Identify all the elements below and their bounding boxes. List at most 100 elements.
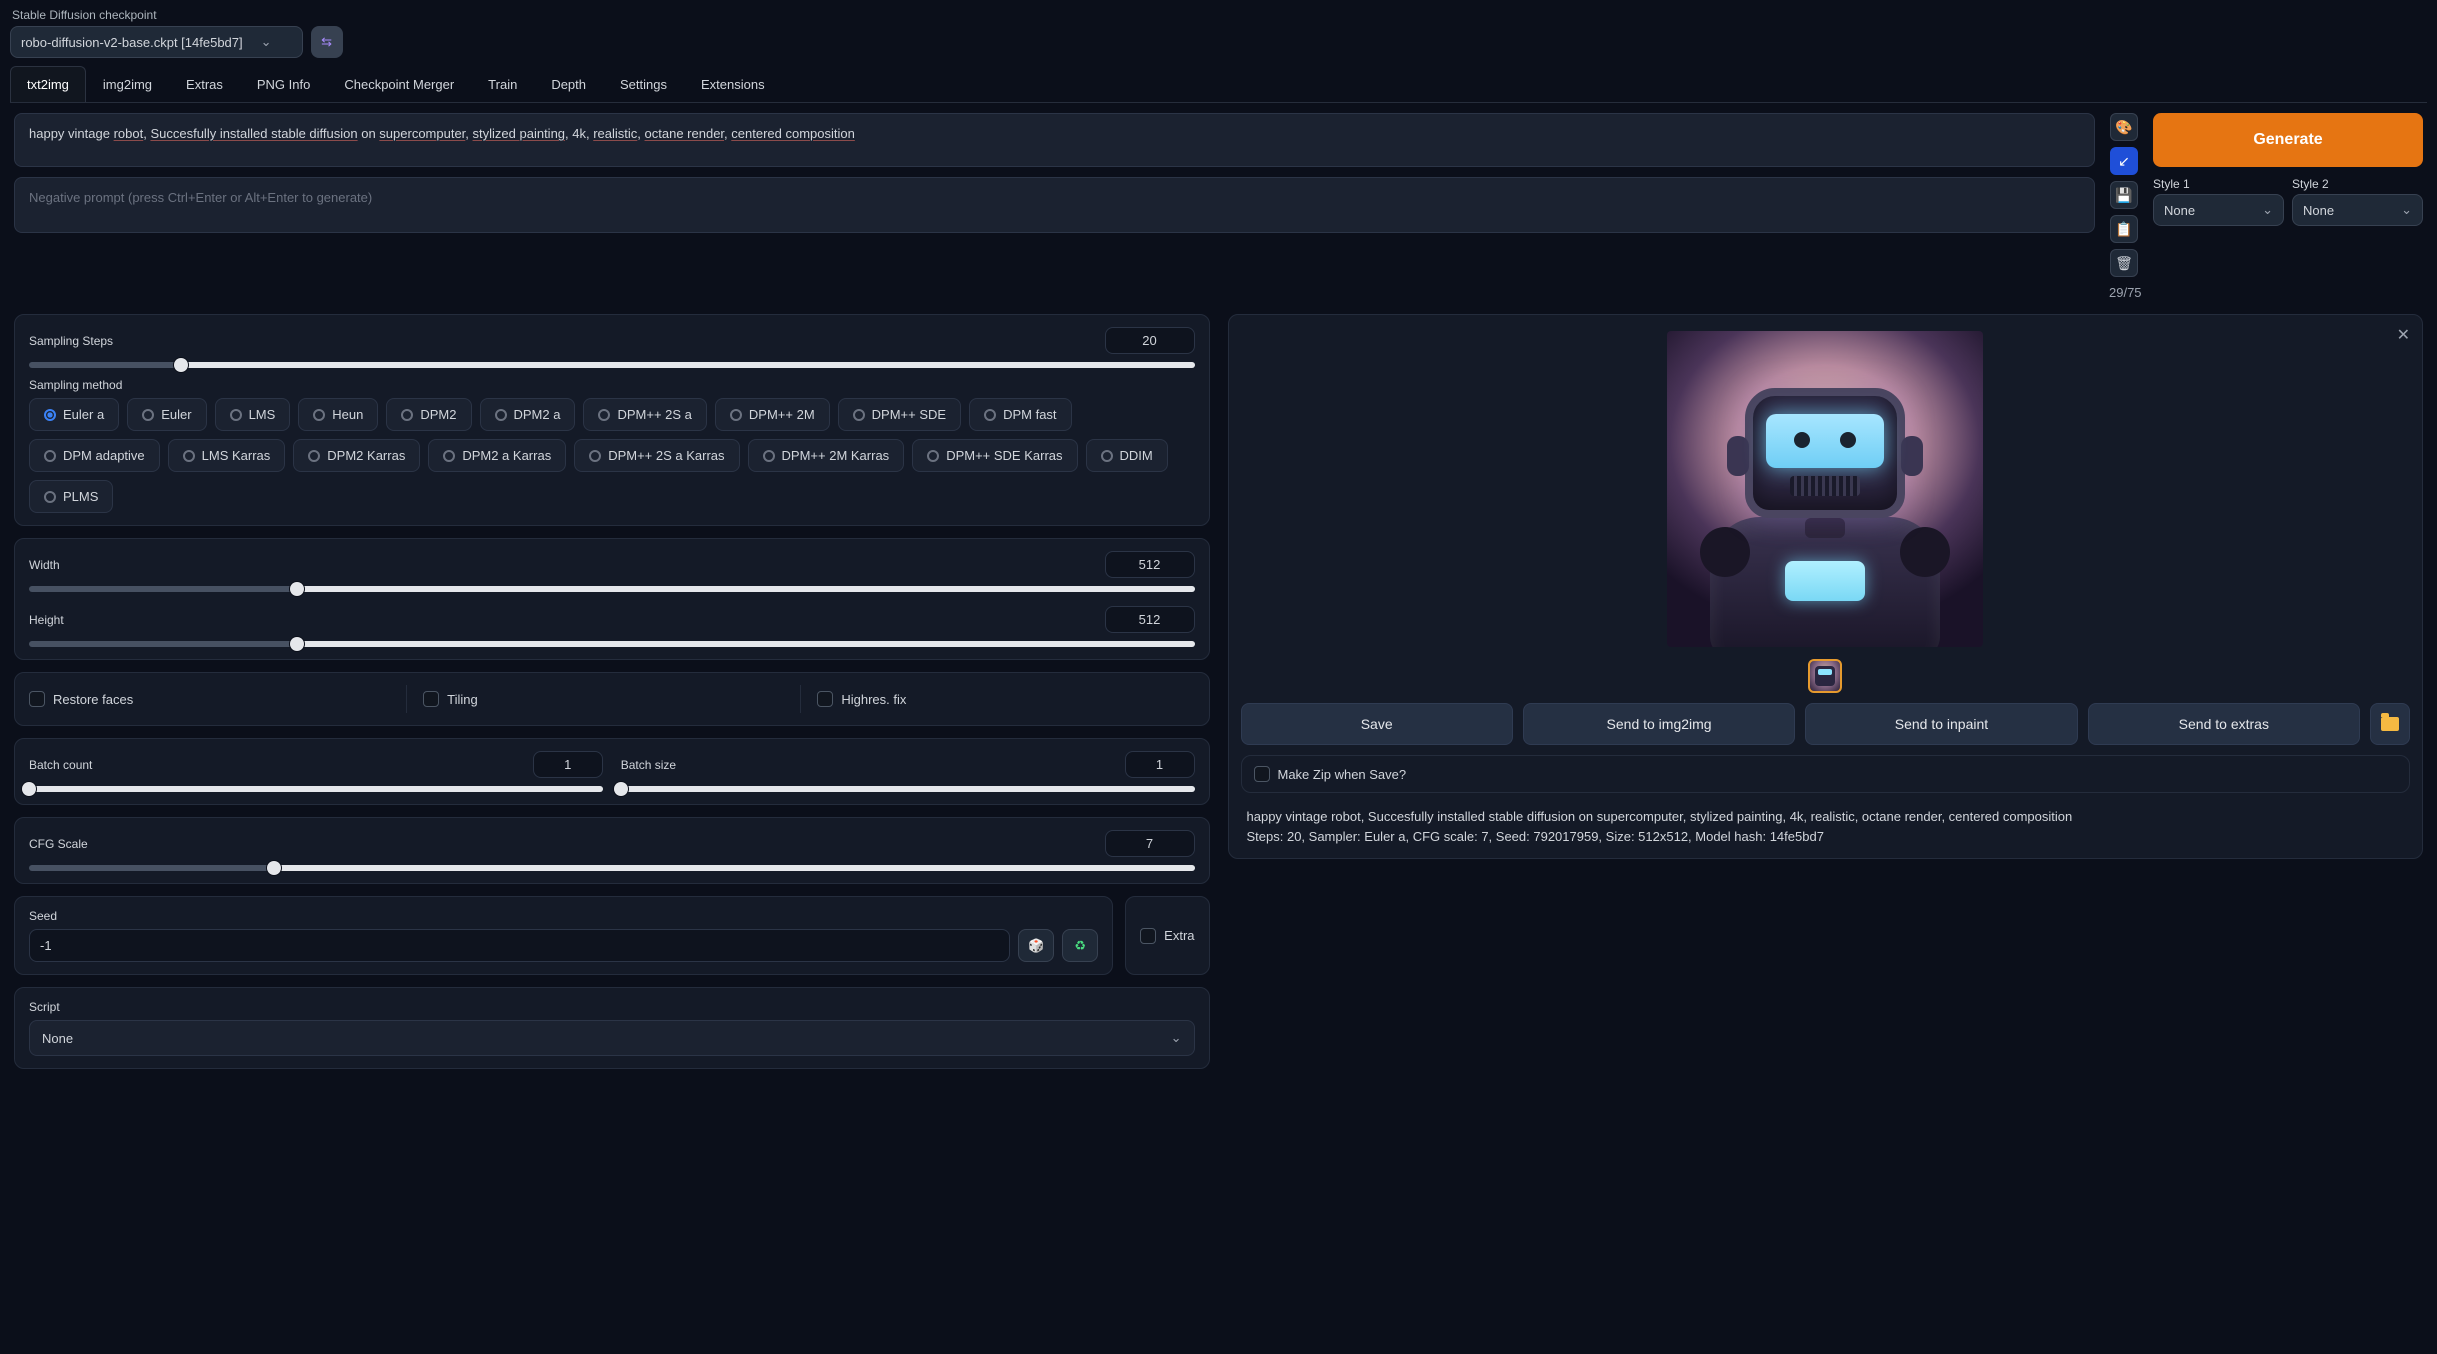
tiling-checkbox[interactable]: Tiling — [406, 685, 800, 713]
tab-checkpoint-merger[interactable]: Checkpoint Merger — [327, 66, 471, 102]
negative-prompt-input[interactable]: Negative prompt (press Ctrl+Enter or Alt… — [14, 177, 2095, 233]
radio-dot-icon — [183, 450, 195, 462]
sampler-dpm2a-karras[interactable]: DPM2 a Karras — [428, 439, 566, 472]
tab-settings[interactable]: Settings — [603, 66, 684, 102]
radio-dot-icon — [308, 450, 320, 462]
generated-image[interactable] — [1667, 331, 1983, 647]
save-button[interactable]: Save — [1241, 703, 1513, 745]
dice-icon: 🎲 — [1028, 938, 1044, 954]
height-value[interactable]: 512 — [1105, 606, 1195, 633]
batch-count-slider[interactable] — [29, 786, 603, 792]
sampler-dpm2[interactable]: DPM2 — [386, 398, 471, 431]
checkbox-icon — [817, 691, 833, 707]
open-folder-button[interactable] — [2370, 703, 2410, 745]
generate-button[interactable]: Generate — [2153, 113, 2423, 167]
width-value[interactable]: 512 — [1105, 551, 1195, 578]
sampling-method-group: Euler a Euler LMS Heun DPM2 DPM2 a DPM++… — [29, 398, 1195, 513]
radio-dot-icon — [730, 409, 742, 421]
style2-label: Style 2 — [2292, 177, 2423, 191]
tab-depth[interactable]: Depth — [534, 66, 603, 102]
seed-label: Seed — [29, 909, 1098, 923]
checkpoint-select[interactable]: robo-diffusion-v2-base.ckpt [14fe5bd7] ⌄ — [10, 26, 303, 58]
radio-dot-icon — [598, 409, 610, 421]
prompt-input[interactable]: happy vintage robot, Succesfully install… — [14, 113, 2095, 167]
sampler-dpm2-karras[interactable]: DPM2 Karras — [293, 439, 420, 472]
send-to-extras-button[interactable]: Send to extras — [2088, 703, 2360, 745]
sampler-lms[interactable]: LMS — [215, 398, 291, 431]
sampler-dpmpp-2sa[interactable]: DPM++ 2S a — [583, 398, 706, 431]
clipboard-icon: 📋 — [2115, 221, 2132, 238]
refresh-checkpoint-button[interactable]: ⇆ — [311, 26, 343, 58]
close-output-button[interactable]: ✕ — [2397, 325, 2410, 345]
radio-dot-icon — [401, 409, 413, 421]
radio-dot-icon — [853, 409, 865, 421]
sampling-steps-value[interactable]: 20 — [1105, 327, 1195, 354]
extra-seed-checkbox[interactable]: Extra — [1125, 896, 1209, 975]
apply-style-button[interactable]: 📋 — [2110, 215, 2138, 243]
floppy-icon: 💾 — [2115, 187, 2132, 204]
batch-count-value[interactable]: 1 — [533, 751, 603, 778]
sampler-dpm2a[interactable]: DPM2 a — [480, 398, 576, 431]
send-to-inpaint-button[interactable]: Send to inpaint — [1805, 703, 2077, 745]
reuse-seed-button[interactable]: ♻ — [1062, 929, 1098, 962]
sampler-dpm-adaptive[interactable]: DPM adaptive — [29, 439, 160, 472]
tab-txt2img[interactable]: txt2img — [10, 66, 86, 102]
tab-train[interactable]: Train — [471, 66, 534, 102]
sampler-dpmpp-sde-karras[interactable]: DPM++ SDE Karras — [912, 439, 1077, 472]
cfg-label: CFG Scale — [29, 837, 88, 851]
tab-extras[interactable]: Extras — [169, 66, 240, 102]
paste-button[interactable]: ↙ — [2110, 147, 2138, 175]
batch-size-value[interactable]: 1 — [1125, 751, 1195, 778]
sampler-ddim[interactable]: DDIM — [1086, 439, 1168, 472]
width-slider[interactable] — [29, 586, 1195, 592]
style1-select[interactable]: None ⌄ — [2153, 194, 2284, 226]
sampler-euler-a[interactable]: Euler a — [29, 398, 119, 431]
radio-dot-icon — [44, 491, 56, 503]
restore-faces-checkbox[interactable]: Restore faces — [29, 685, 406, 713]
radio-dot-icon — [927, 450, 939, 462]
batch-size-slider[interactable] — [621, 786, 1195, 792]
script-label: Script — [29, 1000, 1195, 1014]
palette-icon: 🎨 — [2115, 119, 2132, 136]
seed-input[interactable]: -1 — [29, 929, 1010, 962]
make-zip-checkbox[interactable]: Make Zip when Save? — [1241, 755, 2411, 793]
sampling-steps-label: Sampling Steps — [29, 334, 113, 348]
tab-pnginfo[interactable]: PNG Info — [240, 66, 327, 102]
sliders-icon: ⇆ — [321, 34, 332, 50]
generation-metadata: happy vintage robot, Succesfully install… — [1241, 807, 2411, 846]
cfg-slider[interactable] — [29, 865, 1195, 871]
checkbox-icon — [423, 691, 439, 707]
radio-dot-icon — [1101, 450, 1113, 462]
checkbox-icon — [29, 691, 45, 707]
tab-extensions[interactable]: Extensions — [684, 66, 782, 102]
checkpoint-label: Stable Diffusion checkpoint — [12, 8, 303, 22]
sampler-dpmpp-sde[interactable]: DPM++ SDE — [838, 398, 961, 431]
sampler-plms[interactable]: PLMS — [29, 480, 113, 513]
highres-fix-checkbox[interactable]: Highres. fix — [800, 685, 1194, 713]
script-select[interactable]: None ⌄ — [29, 1020, 1195, 1056]
tab-img2img[interactable]: img2img — [86, 66, 169, 102]
chevron-down-icon: ⌄ — [261, 34, 272, 50]
sampler-dpmpp-2m-karras[interactable]: DPM++ 2M Karras — [748, 439, 905, 472]
clear-prompt-button[interactable]: 🗑 — [2110, 249, 2138, 277]
sampler-lms-karras[interactable]: LMS Karras — [168, 439, 286, 472]
sampler-euler[interactable]: Euler — [127, 398, 206, 431]
image-thumbnail[interactable] — [1808, 659, 1842, 693]
cfg-value[interactable]: 7 — [1105, 830, 1195, 857]
radio-dot-icon — [443, 450, 455, 462]
save-style-button[interactable]: 💾 — [2110, 181, 2138, 209]
interrogate-button[interactable]: 🎨 — [2110, 113, 2138, 141]
height-slider[interactable] — [29, 641, 1195, 647]
chevron-down-icon: ⌄ — [2262, 202, 2273, 218]
sampling-steps-slider[interactable] — [29, 362, 1195, 368]
sampler-dpmpp-2sa-karras[interactable]: DPM++ 2S a Karras — [574, 439, 739, 472]
sampler-dpmpp-2m[interactable]: DPM++ 2M — [715, 398, 830, 431]
random-seed-button[interactable]: 🎲 — [1018, 929, 1054, 962]
send-to-img2img-button[interactable]: Send to img2img — [1523, 703, 1795, 745]
tab-bar: txt2img img2img Extras PNG Info Checkpoi… — [10, 66, 2427, 103]
sampler-dpm-fast[interactable]: DPM fast — [969, 398, 1071, 431]
sampler-heun[interactable]: Heun — [298, 398, 378, 431]
checkpoint-value: robo-diffusion-v2-base.ckpt [14fe5bd7] — [21, 35, 243, 50]
radio-dot-icon — [589, 450, 601, 462]
style2-select[interactable]: None ⌄ — [2292, 194, 2423, 226]
